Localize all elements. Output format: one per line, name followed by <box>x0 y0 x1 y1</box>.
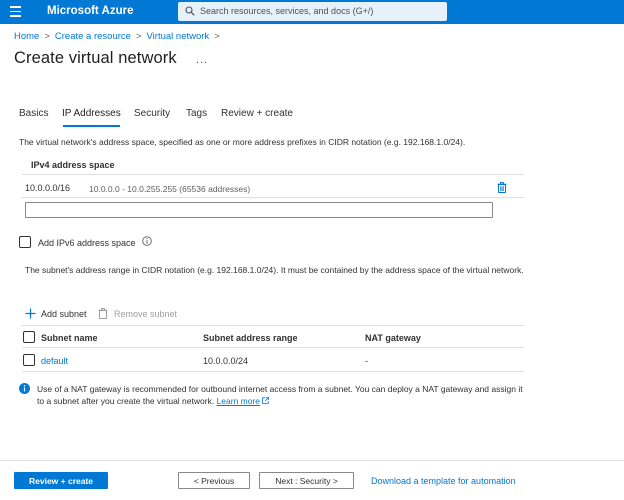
search-icon <box>185 6 195 16</box>
new-address-space-input[interactable] <box>25 202 493 218</box>
search-placeholder: Search resources, services, and docs (G+… <box>200 6 374 16</box>
column-header-subnet-name: Subnet name <box>41 333 98 343</box>
review-create-button[interactable]: Review + create <box>14 472 108 489</box>
top-bar: Microsoft Azure Search resources, servic… <box>0 0 624 24</box>
breadcrumb-home[interactable]: Home <box>14 31 39 42</box>
tab-tags[interactable]: Tags <box>186 108 207 119</box>
breadcrumb-separator: > <box>44 31 50 42</box>
active-tab-indicator <box>63 125 120 127</box>
breadcrumb: Home > Create a resource > Virtual network > <box>14 31 225 42</box>
hamburger-icon[interactable] <box>10 6 21 18</box>
subnet-description: The subnet's address range in CIDR notat… <box>25 265 524 275</box>
external-link-icon <box>262 397 269 404</box>
breadcrumb-create-resource[interactable]: Create a resource <box>55 31 131 42</box>
search-input[interactable]: Search resources, services, and docs (G+… <box>178 2 447 21</box>
trash-icon <box>98 308 108 319</box>
add-subnet-label: Add subnet <box>41 309 87 319</box>
info-icon[interactable] <box>142 236 152 246</box>
nat-gateway-note: Use of a NAT gateway is recommended for … <box>37 383 527 407</box>
more-options-icon[interactable]: ... <box>196 54 208 66</box>
select-all-subnets-checkbox[interactable] <box>23 331 35 343</box>
add-ipv6-checkbox[interactable] <box>19 236 31 248</box>
tab-ip-addresses[interactable]: IP Addresses <box>62 108 121 119</box>
divider <box>22 371 524 372</box>
next-security-button[interactable]: Next : Security > <box>259 472 354 489</box>
divider <box>22 347 524 348</box>
divider <box>22 174 524 175</box>
breadcrumb-virtual-network[interactable]: Virtual network <box>147 31 210 42</box>
tab-security[interactable]: Security <box>134 108 170 119</box>
subnet-name-link[interactable]: default <box>41 356 68 366</box>
breadcrumb-separator: > <box>135 31 142 42</box>
divider <box>22 325 524 326</box>
subnet-nat-gateway: - <box>365 356 368 366</box>
tab-review-create[interactable]: Review + create <box>221 108 293 119</box>
delete-address-icon[interactable] <box>497 182 507 193</box>
footer-divider <box>0 460 624 461</box>
plus-icon <box>25 308 36 319</box>
brand-title[interactable]: Microsoft Azure <box>47 5 133 17</box>
subnet-row-checkbox[interactable] <box>23 354 35 366</box>
download-template-link[interactable]: Download a template for automation <box>371 476 516 486</box>
ipv4-range: 10.0.0.0 - 10.0.255.255 (65536 addresses… <box>89 184 251 194</box>
add-ipv6-label: Add IPv6 address space <box>38 238 136 248</box>
column-header-subnet-range: Subnet address range <box>203 333 298 343</box>
nat-note-text: Use of a NAT gateway is recommended for … <box>37 384 523 406</box>
ipv4-cidr: 10.0.0.0/16 <box>25 183 71 193</box>
learn-more-link[interactable]: Learn more <box>217 396 260 406</box>
divider <box>22 197 524 198</box>
remove-subnet-label: Remove subnet <box>114 309 178 319</box>
address-space-description: The virtual network's address space, spe… <box>19 137 466 147</box>
column-header-nat-gateway: NAT gateway <box>365 333 421 343</box>
ipv4-header: IPv4 address space <box>31 160 115 170</box>
tab-basics[interactable]: Basics <box>19 108 48 119</box>
previous-button[interactable]: < Previous <box>178 472 250 489</box>
page-title: Create virtual network <box>14 49 177 67</box>
info-filled-icon <box>19 383 30 394</box>
subnet-range: 10.0.0.0/24 <box>203 356 249 366</box>
breadcrumb-separator: > <box>214 31 220 42</box>
